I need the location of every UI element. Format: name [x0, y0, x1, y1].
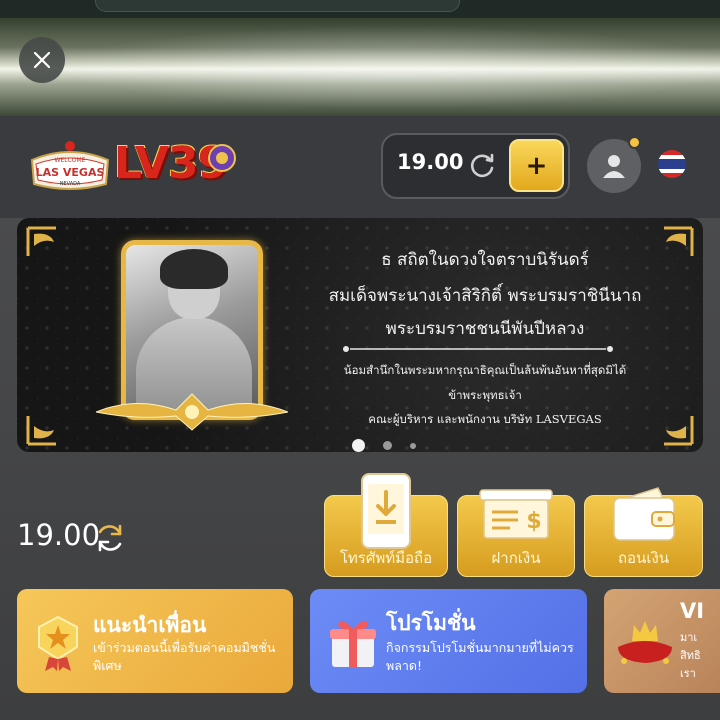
withdraw-label: ถอนเงิน — [617, 549, 670, 567]
mobile-app-button[interactable]: โทรศัพท์มือถือ — [324, 473, 448, 577]
vip-subtitle: มาเ สิทธิ เรา — [680, 631, 701, 680]
browser-top-strip — [0, 0, 720, 18]
wallet-icon — [612, 487, 675, 541]
refer-friend-title: แนะนำเพื่อน — [93, 613, 207, 637]
gift-icon — [330, 620, 376, 667]
header-balance: 19.00 — [397, 150, 464, 174]
frame-ornament-icon — [96, 393, 288, 431]
carousel-dot-1[interactable] — [352, 439, 365, 452]
refer-friend-card[interactable]: แนะนำเพื่อน เข้าร่วมตอนนี้เพื่อรับค่าคอม… — [17, 589, 293, 693]
mobile-app-label: โทรศัพท์มือถือ — [339, 549, 433, 567]
crown-cushion-icon — [618, 621, 672, 664]
promotion-title: โปรโมชั่น — [386, 611, 476, 635]
thai-flag-icon[interactable] — [658, 150, 686, 178]
corner-ornament-icon — [26, 226, 56, 256]
logo-sign-main: LAS VEGAS — [36, 166, 105, 179]
cash-deposit-icon: $ — [479, 489, 553, 539]
deposit-label: ฝากเงิน — [491, 549, 541, 567]
address-pill — [95, 0, 460, 12]
banner-line-6: คณะผู้บริหาร และพนักงาน บริษัท LASVEGAS — [368, 412, 602, 426]
vip-title: VI — [680, 599, 705, 623]
logo-sign-top: WELCOME — [55, 157, 86, 164]
banner-line-1: ธ สถิตในดวงใจตราบนิรันดร์ — [381, 250, 589, 270]
carousel-dot-2[interactable] — [383, 441, 392, 450]
close-icon — [33, 51, 51, 69]
notification-dot — [628, 136, 641, 149]
deposit-button[interactable]: $ ฝากเงิน — [457, 489, 575, 577]
banner-line-3: พระบรมราชชนนีพันปีหลวง — [385, 319, 585, 339]
refresh-balance-icon[interactable] — [94, 522, 126, 554]
banner-line-2: สมเด็จพระนางเจ้าสิริกิติ์ พระบรมราชินีนา… — [328, 286, 642, 306]
video-banner — [0, 18, 720, 116]
medal-icon — [38, 615, 78, 671]
logo-sign-bottom: NEVADA — [60, 181, 81, 187]
svg-text:$: $ — [526, 509, 541, 534]
refresh-icon[interactable] — [467, 150, 497, 180]
promotion-subtitle: กิจกรรมโปรโมชั่นมากมายที่ไม่ควรพลาด! — [386, 640, 574, 673]
user-icon — [603, 155, 625, 178]
vip-card[interactable]: VI มาเ สิทธิ เรา — [604, 589, 720, 693]
close-button[interactable] — [19, 37, 65, 83]
banner-line-5: ข้าพระพุทธเจ้า — [448, 388, 522, 402]
corner-ornament-icon — [26, 416, 56, 446]
banner-line-4: น้อมสำนึกในพระมหากรุณาธิคุณเป็นล้นพ้นอัน… — [343, 363, 627, 377]
poker-chip-icon — [208, 144, 236, 172]
promotion-card[interactable]: โปรโมชั่น กิจกรรมโปรโมชั่นมากมายที่ไม่คว… — [310, 589, 587, 693]
carousel-dots — [352, 439, 416, 452]
withdraw-button[interactable]: ถอนเงิน — [584, 487, 703, 577]
las-vegas-logo[interactable]: WELCOME LAS VEGAS NEVADA — [26, 140, 114, 196]
mobile-download-icon — [361, 473, 411, 549]
banner-divider — [343, 346, 613, 352]
deposit-plus-button[interactable]: + — [509, 139, 564, 192]
carousel-dot-3[interactable] — [410, 442, 416, 449]
refer-friend-subtitle: เข้าร่วมตอนนี้เพื่อรับค่าคอมมิชชั่นพิเศษ — [93, 640, 276, 673]
wallet-balance: 19.00 — [17, 518, 101, 552]
